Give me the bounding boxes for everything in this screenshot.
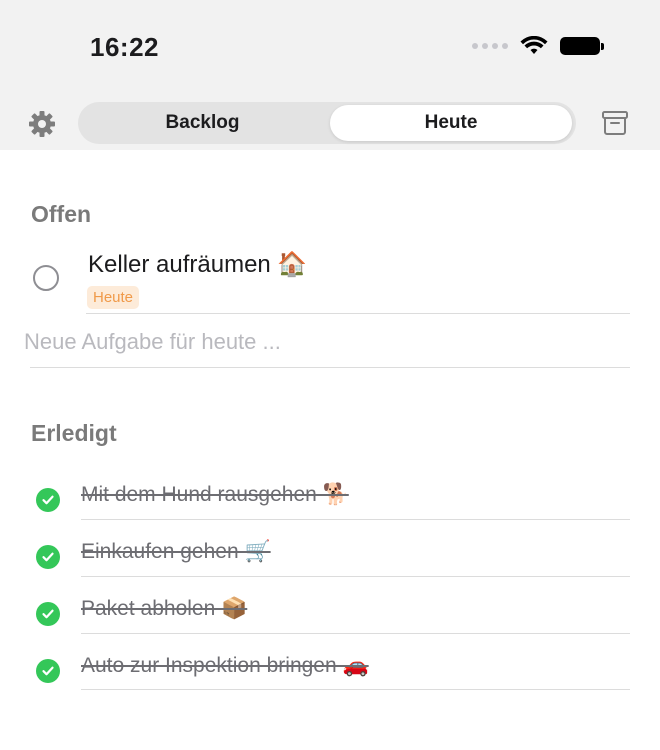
list-item[interactable]: Paket abholen 📦 bbox=[0, 593, 660, 650]
divider bbox=[81, 519, 630, 520]
status-time: 16:22 bbox=[90, 32, 159, 62]
task-title: Keller aufräumen 🏠 bbox=[88, 251, 308, 278]
checkmark-icon[interactable] bbox=[36, 659, 60, 683]
task-tag: Heute bbox=[87, 286, 140, 309]
section-title-offen: Offen bbox=[31, 201, 92, 227]
cellular-dots-icon bbox=[472, 43, 508, 49]
segment-heute[interactable]: Heute bbox=[330, 105, 572, 141]
divider bbox=[30, 367, 630, 368]
task-title: Mit dem Hund rausgehen 🐕 bbox=[81, 483, 349, 506]
checkmark-icon[interactable] bbox=[36, 488, 60, 512]
divider bbox=[81, 576, 630, 577]
view-segmented-control: Backlog Heute bbox=[78, 102, 576, 144]
list-item[interactable]: Keller aufräumen 🏠 Heute bbox=[0, 240, 660, 314]
list-item[interactable]: Mit dem Hund rausgehen 🐕 bbox=[0, 479, 660, 536]
archive-icon[interactable] bbox=[601, 110, 629, 136]
gear-icon[interactable] bbox=[28, 110, 56, 138]
divider bbox=[81, 689, 630, 690]
divider bbox=[81, 633, 630, 634]
section-title-erledigt: Erledigt bbox=[31, 420, 117, 446]
task-title: Einkaufen gehen 🛒 bbox=[81, 540, 271, 563]
top-bar: 16:22 Backlog Heute bbox=[0, 0, 660, 150]
checkmark-icon[interactable] bbox=[36, 602, 60, 626]
segment-backlog[interactable]: Backlog bbox=[78, 102, 327, 144]
battery-icon bbox=[560, 37, 604, 55]
list-item[interactable]: Einkaufen gehen 🛒 bbox=[0, 536, 660, 593]
task-title: Paket abholen 📦 bbox=[81, 597, 248, 620]
checkmark-icon[interactable] bbox=[36, 545, 60, 569]
task-title: Auto zur Inspektion bringen 🚗 bbox=[81, 654, 369, 677]
new-task-input[interactable] bbox=[24, 326, 624, 358]
wifi-icon bbox=[520, 36, 548, 54]
divider bbox=[86, 313, 630, 314]
checkbox-circle-icon[interactable] bbox=[33, 265, 59, 291]
status-icons bbox=[472, 36, 604, 56]
list-item[interactable]: Auto zur Inspektion bringen 🚗 bbox=[0, 650, 660, 707]
